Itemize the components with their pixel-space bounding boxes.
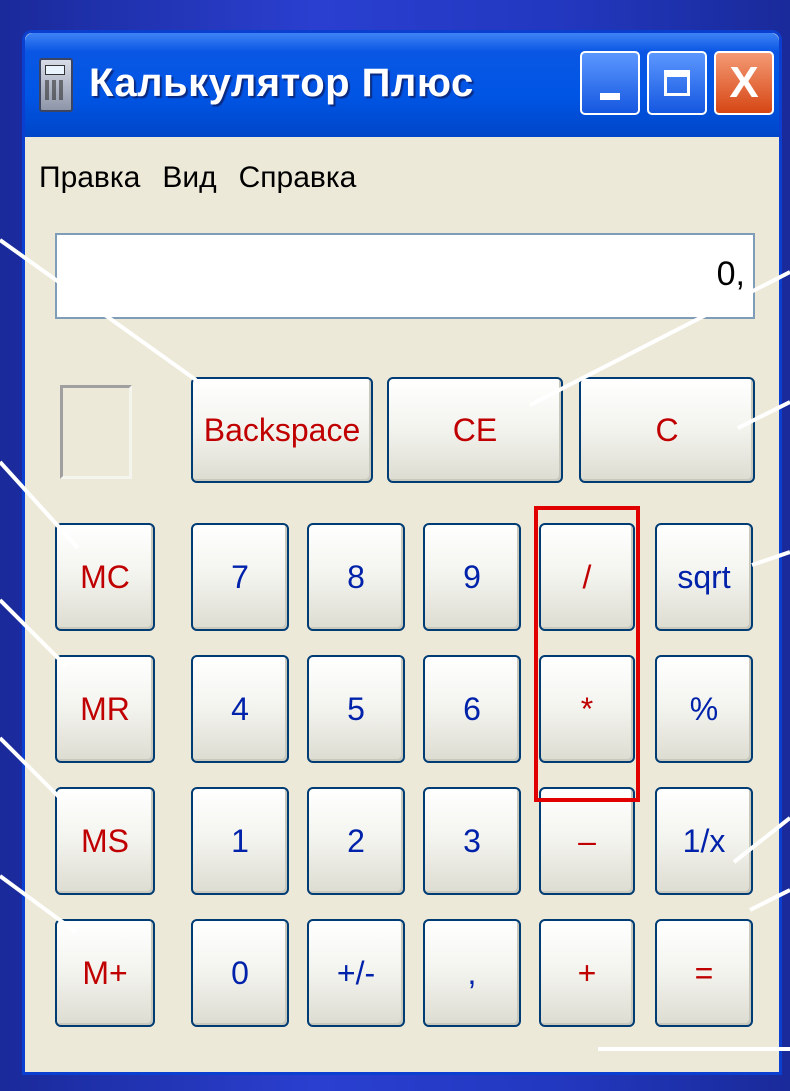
close-button[interactable]: X	[714, 51, 774, 115]
memory-add-button[interactable]: M+	[55, 919, 155, 1027]
add-button[interactable]: +	[539, 919, 635, 1027]
digit-1-button[interactable]: 1	[191, 787, 289, 895]
reciprocal-button[interactable]: 1/x	[655, 787, 753, 895]
equals-button[interactable]: =	[655, 919, 753, 1027]
minimize-button[interactable]	[580, 51, 640, 115]
subtract-button[interactable]: –	[539, 787, 635, 895]
memory-indicator	[60, 385, 132, 479]
minimize-icon	[600, 92, 620, 100]
memory-recall-button[interactable]: MR	[55, 655, 155, 763]
digit-9-button[interactable]: 9	[423, 523, 521, 631]
maximize-button[interactable]	[647, 51, 707, 115]
backspace-button[interactable]: Backspace	[191, 377, 373, 483]
digit-3-button[interactable]: 3	[423, 787, 521, 895]
title-bar[interactable]: Калькулятор Плюс X	[25, 33, 779, 137]
operators-highlight	[534, 506, 640, 802]
calculator-icon	[39, 58, 73, 112]
window-title: Калькулятор Плюс	[89, 61, 474, 105]
close-icon: X	[729, 58, 759, 107]
digit-0-button[interactable]: 0	[191, 919, 289, 1027]
menu-view[interactable]: Вид	[162, 161, 216, 201]
calculator-window: Калькулятор Плюс X Правка Вид Справка 0,…	[22, 30, 782, 1075]
menu-help[interactable]: Справка	[239, 161, 357, 201]
display-field: 0,	[55, 233, 755, 319]
menu-edit[interactable]: Правка	[39, 161, 140, 201]
menu-bar: Правка Вид Справка	[39, 161, 356, 201]
digit-2-button[interactable]: 2	[307, 787, 405, 895]
maximize-icon	[664, 70, 690, 96]
decimal-button[interactable]: ,	[423, 919, 521, 1027]
percent-button[interactable]: %	[655, 655, 753, 763]
memory-clear-button[interactable]: MC	[55, 523, 155, 631]
sqrt-button[interactable]: sqrt	[655, 523, 753, 631]
memory-store-button[interactable]: MS	[55, 787, 155, 895]
sign-toggle-button[interactable]: +/-	[307, 919, 405, 1027]
digit-7-button[interactable]: 7	[191, 523, 289, 631]
digit-6-button[interactable]: 6	[423, 655, 521, 763]
digit-8-button[interactable]: 8	[307, 523, 405, 631]
digit-5-button[interactable]: 5	[307, 655, 405, 763]
digit-4-button[interactable]: 4	[191, 655, 289, 763]
clear-entry-button[interactable]: CE	[387, 377, 563, 483]
clear-button[interactable]: C	[579, 377, 755, 483]
